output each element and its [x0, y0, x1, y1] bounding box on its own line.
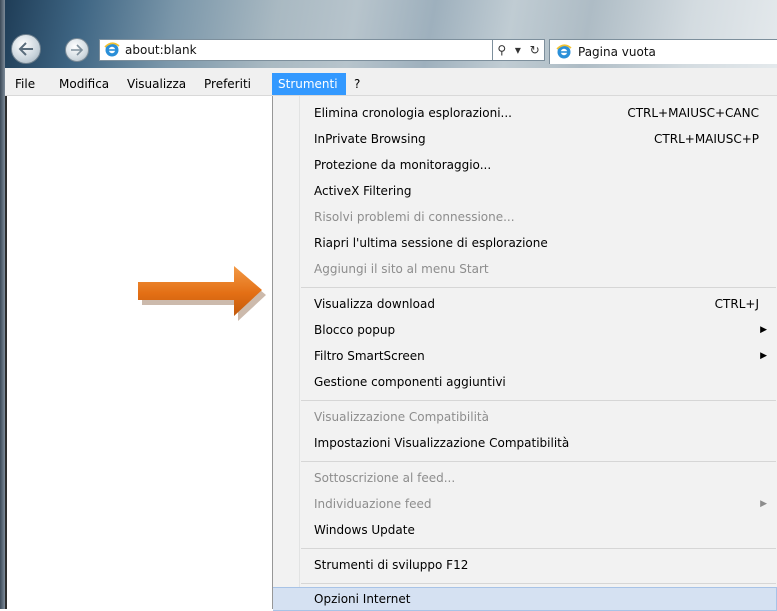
- orange-arrow-icon: [138, 266, 266, 321]
- menu-item-windows-update[interactable]: Windows Update: [273, 517, 777, 543]
- browser-titlebar: about:blank ⚲ ▾ ↻ Pagina vuota: [5, 0, 777, 68]
- search-icon[interactable]: ⚲: [497, 43, 506, 57]
- menu-item-manage-addons[interactable]: Gestione componenti aggiuntivi: [273, 369, 777, 395]
- menu-item-compat-settings[interactable]: Impostazioni Visualizzazione Compatibili…: [273, 430, 777, 456]
- menu-item-smartscreen[interactable]: Filtro SmartScreen ▶: [273, 343, 777, 369]
- menu-item-activex[interactable]: ActiveX Filtering: [273, 178, 777, 204]
- menu-preferiti[interactable]: Preferiti: [198, 73, 257, 95]
- menu-separator: [301, 548, 776, 549]
- back-button[interactable]: [11, 34, 41, 64]
- menu-item-view-downloads[interactable]: Visualizza download CTRL+J: [273, 291, 777, 317]
- menu-visualizza[interactable]: Visualizza: [121, 73, 192, 95]
- address-tools: ⚲ ▾ ↻: [493, 39, 545, 61]
- submenu-arrow-icon: ▶: [760, 351, 767, 361]
- chevron-down-icon[interactable]: ▾: [515, 43, 521, 57]
- menu-item-reopen-session[interactable]: Riapri l'ultima sessione di esplorazione: [273, 230, 777, 256]
- menu-bar: File Modifica Visualizza Preferiti Strum…: [5, 73, 777, 96]
- menu-modifica[interactable]: Modifica: [53, 73, 115, 95]
- menu-item-feed-discovery: Individuazione feed ▶: [273, 491, 777, 517]
- menu-separator: [301, 287, 776, 288]
- back-arrow-icon: [18, 42, 33, 56]
- tools-dropdown-menu: Elimina cronologia esplorazioni... CTRL+…: [272, 96, 777, 611]
- menu-item-internet-options[interactable]: Opzioni Internet: [273, 587, 777, 611]
- submenu-arrow-icon: ▶: [760, 499, 767, 509]
- menu-item-developer-tools[interactable]: Strumenti di sviluppo F12: [273, 552, 777, 578]
- page-content-blank: [7, 96, 272, 609]
- internet-explorer-icon: [104, 42, 120, 57]
- menu-separator: [301, 461, 776, 462]
- menu-item-inprivate[interactable]: InPrivate Browsing CTRL+MAIUSC+P: [273, 126, 777, 152]
- internet-explorer-icon: [556, 44, 572, 59]
- menu-item-fix-connection: Risolvi problemi di connessione...: [314, 210, 515, 224]
- menu-item-compat-view: Visualizzazione Compatibilità: [314, 410, 489, 424]
- menu-separator: [301, 400, 776, 401]
- menu-item-subscribe-feed: Sottoscrizione al feed...: [314, 471, 456, 485]
- address-url: about:blank: [125, 43, 197, 57]
- menu-item-delete-history[interactable]: Elimina cronologia esplorazioni... CTRL+…: [273, 100, 777, 126]
- tab-title: Pagina vuota: [578, 45, 656, 59]
- address-bar[interactable]: about:blank: [99, 39, 493, 61]
- refresh-icon[interactable]: ↻: [530, 43, 540, 57]
- submenu-arrow-icon: ▶: [760, 325, 767, 335]
- forward-button[interactable]: [65, 38, 89, 62]
- browser-tab[interactable]: Pagina vuota: [549, 39, 777, 64]
- menu-item-add-to-start: Aggiungi il sito al menu Start: [314, 262, 489, 276]
- menu-item-popup-blocker[interactable]: Blocco popup ▶: [273, 317, 777, 343]
- menu-separator: [301, 583, 776, 584]
- menu-help[interactable]: ?: [348, 73, 366, 95]
- forward-arrow-icon: [71, 44, 84, 56]
- menu-item-tracking-protection[interactable]: Protezione da monitoraggio...: [273, 152, 777, 178]
- menu-file[interactable]: File: [9, 73, 41, 95]
- menu-strumenti[interactable]: Strumenti: [272, 73, 346, 95]
